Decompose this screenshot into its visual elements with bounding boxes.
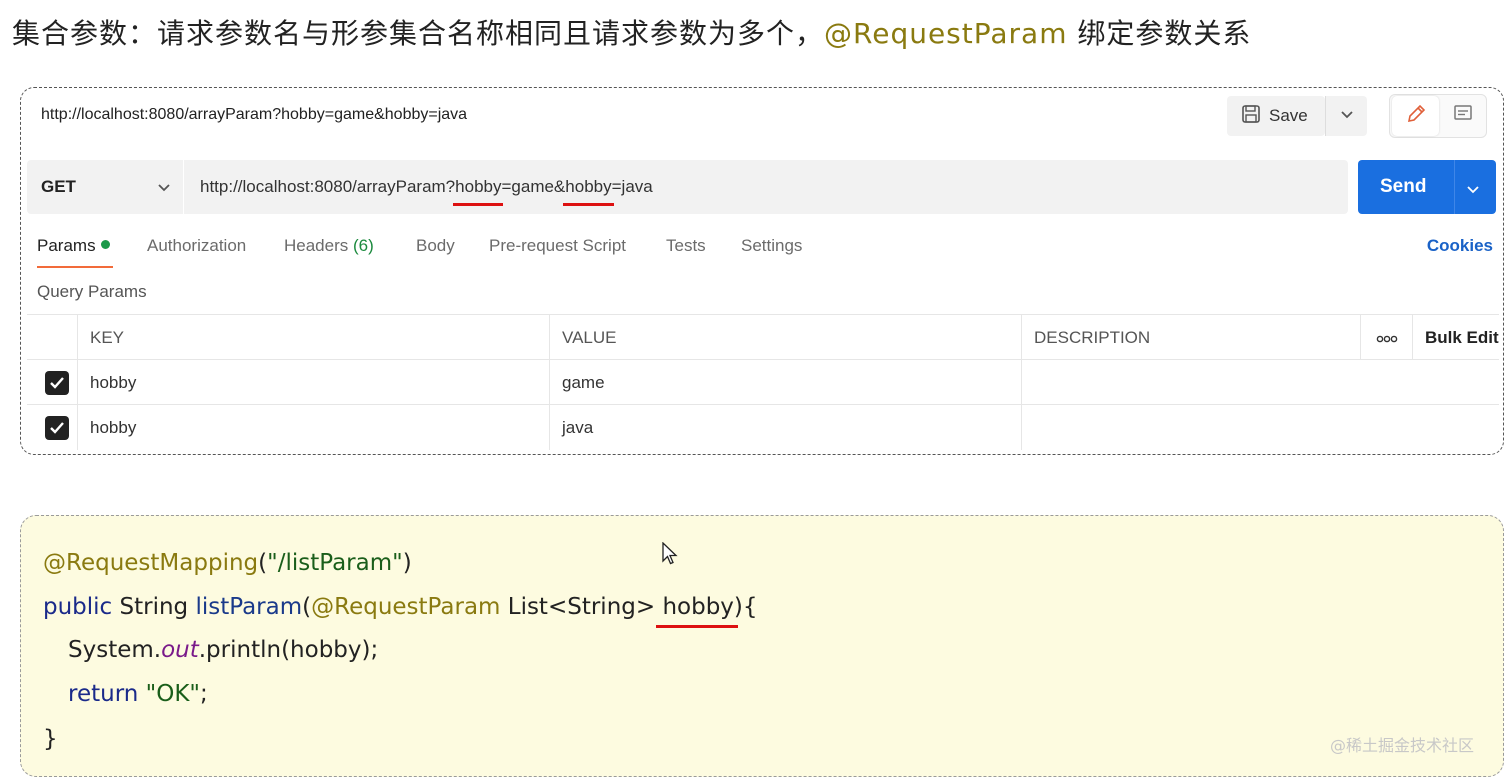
code-keyword: public <box>43 594 113 620</box>
postman-request-panel: http://localhost:8080/arrayParam?hobby=g… <box>20 87 1504 455</box>
bulk-edit-button[interactable]: Bulk Edit <box>1412 315 1504 360</box>
query-params-table: KEY VALUE DESCRIPTION Bulk Edit hobby ga… <box>27 314 1499 452</box>
slide-heading: 集合参数：请求参数名与形参集合名称相同且请求参数为多个，@RequestPara… <box>12 12 1251 52</box>
param-key-cell[interactable]: hobby <box>77 405 549 450</box>
tab-pre-request-script[interactable]: Pre-request Script <box>489 236 626 256</box>
chevron-down-icon <box>1340 107 1354 125</box>
request-tabs: Params Authorization Headers (6) Body Pr… <box>37 236 1497 272</box>
url-input[interactable]: http://localhost:8080/arrayParam? hobby =g… <box>184 160 1348 214</box>
pencil-icon <box>1405 103 1427 130</box>
heading-prefix: 集合参数：请求参数名与形参集合名称相同且请求参数为多个， <box>12 17 825 50</box>
chevron-down-icon <box>157 178 171 198</box>
query-params-label: Query Params <box>37 282 147 301</box>
param-value-cell[interactable]: game <box>549 360 1021 405</box>
code-method-name: listParam <box>195 594 303 620</box>
code-annotation: @RequestMapping <box>43 550 259 576</box>
column-header-key: KEY <box>77 315 549 360</box>
save-dropdown-button[interactable] <box>1325 96 1367 136</box>
more-options-button[interactable] <box>1360 315 1412 360</box>
active-tab-indicator <box>37 266 113 268</box>
tab-body[interactable]: Body <box>416 236 455 256</box>
param-description-cell[interactable] <box>1021 360 1499 405</box>
tab-settings[interactable]: Settings <box>741 236 802 256</box>
save-label: Save <box>1269 106 1308 125</box>
mouse-cursor-icon <box>662 541 678 571</box>
code-snippet-panel: @RequestMapping("/listParam") public Str… <box>20 515 1504 777</box>
code-punct: ; <box>199 681 208 707</box>
param-value-cell[interactable]: java <box>549 405 1021 450</box>
code-punct: ( <box>258 550 268 576</box>
tab-headers[interactable]: Headers (6) <box>284 236 374 256</box>
request-title-bar: http://localhost:8080/arrayParam?hobby=g… <box>21 88 1503 144</box>
column-header-description: DESCRIPTION <box>1021 315 1360 360</box>
comment-icon <box>1452 103 1474 130</box>
table-row: hobby java <box>27 404 1499 450</box>
chevron-down-icon[interactable] <box>1466 179 1480 201</box>
code-line-1: @RequestMapping("/listParam") <box>43 550 412 576</box>
send-divider <box>1454 160 1455 214</box>
heading-suffix: 绑定参数关系 <box>1067 17 1252 50</box>
send-button[interactable]: Send <box>1358 160 1496 214</box>
code-keyword: return <box>68 681 139 707</box>
watermark: @稀土掘金技术社区 <box>1330 736 1475 755</box>
code-string: "OK" <box>138 681 200 707</box>
table-header-row: KEY VALUE DESCRIPTION Bulk Edit <box>27 314 1499 360</box>
view-mode-toggle <box>1389 94 1487 138</box>
code-line-4: return "OK"; <box>68 681 208 707</box>
tab-params[interactable]: Params <box>37 236 110 256</box>
tab-label: Headers <box>284 236 349 255</box>
url-part: =java <box>611 177 653 196</box>
column-header-value: VALUE <box>549 315 1021 360</box>
request-name[interactable]: http://localhost:8080/arrayParam?hobby=g… <box>41 106 467 124</box>
checkmark-icon <box>50 377 64 389</box>
url-part: =game& <box>501 177 566 196</box>
checkmark-icon <box>50 422 64 434</box>
code-call: .println(hobby); <box>198 637 379 663</box>
row-checkbox[interactable] <box>45 416 69 440</box>
url-param-key-underlined: hobby <box>563 177 614 206</box>
code-line-3: System.out.println(hobby); <box>68 637 378 663</box>
url-part: http://localhost:8080/arrayParam? <box>200 177 456 196</box>
documentation-mode-button[interactable] <box>1439 96 1486 136</box>
code-punct: ) <box>402 550 412 576</box>
code-punct: ){ <box>733 594 758 620</box>
code-type: String <box>112 594 196 620</box>
save-icon <box>1241 104 1261 129</box>
save-button[interactable]: Save <box>1227 96 1325 136</box>
code-param-type: List<String> <box>500 594 663 620</box>
url-param-key-underlined: hobby <box>453 177 504 206</box>
more-horizontal-icon <box>1376 328 1398 348</box>
row-checkbox[interactable] <box>45 371 69 395</box>
code-string: "/listParam" <box>267 550 403 576</box>
code-class: System. <box>68 637 162 663</box>
table-row: hobby game <box>27 359 1499 405</box>
tab-label: Params <box>37 236 96 255</box>
code-line-5: } <box>43 726 58 752</box>
tab-tests[interactable]: Tests <box>666 236 706 256</box>
code-field: out <box>161 637 199 663</box>
tab-authorization[interactable]: Authorization <box>147 236 246 256</box>
send-label: Send <box>1380 176 1427 197</box>
code-punct: ( <box>302 594 312 620</box>
code-param-name-underlined: hobby <box>662 594 734 620</box>
params-active-dot <box>100 240 110 249</box>
method-select[interactable]: GET <box>27 160 183 214</box>
param-key-cell[interactable]: hobby <box>77 360 549 405</box>
param-description-cell[interactable] <box>1021 405 1499 450</box>
headers-count: (6) <box>353 236 374 255</box>
code-annotation: @RequestParam <box>311 594 501 620</box>
heading-annotation: @RequestParam <box>824 17 1068 50</box>
method-label: GET <box>41 177 76 196</box>
cookies-link[interactable]: Cookies <box>1427 236 1493 256</box>
edit-mode-button[interactable] <box>1392 96 1439 136</box>
code-line-2: public String listParam(@RequestParam Li… <box>43 594 758 620</box>
